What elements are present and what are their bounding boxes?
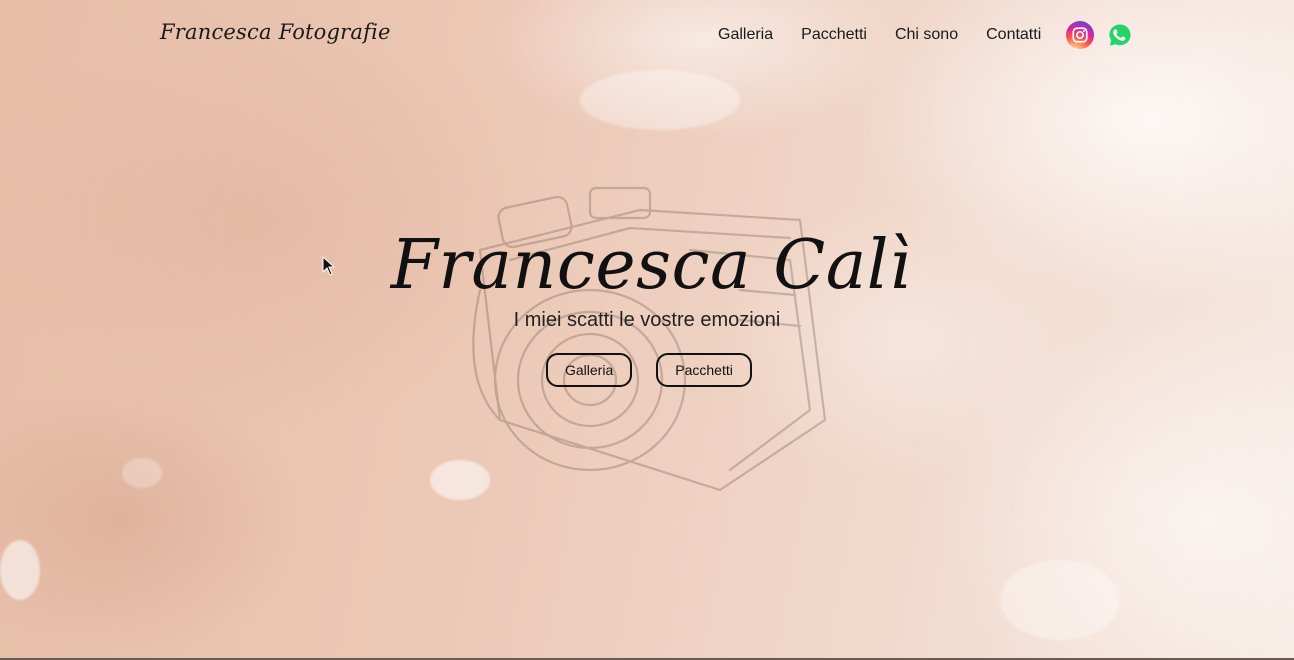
mouse-cursor-icon [322, 255, 336, 280]
texture-spot [0, 540, 40, 600]
nav-link-chi-sono[interactable]: Chi sono [895, 24, 958, 46]
texture-spot [1000, 560, 1120, 640]
texture-spot [122, 458, 162, 488]
instagram-icon[interactable] [1066, 21, 1094, 49]
nav-link-contatti[interactable]: Contatti [986, 24, 1041, 46]
social-links [1066, 21, 1134, 49]
whatsapp-icon[interactable] [1106, 21, 1134, 49]
hero-buttons: Galleria Pacchetti [546, 353, 752, 387]
main-nav: Galleria Pacchetti Chi sono Contatti [718, 24, 1061, 46]
site-logo[interactable]: Francesca Fotografie [160, 20, 391, 44]
nav-link-galleria[interactable]: Galleria [718, 24, 773, 46]
texture-spot [580, 70, 740, 130]
galleria-button[interactable]: Galleria [546, 353, 633, 387]
nav-link-pacchetti[interactable]: Pacchetti [801, 24, 867, 46]
pacchetti-button[interactable]: Pacchetti [656, 353, 752, 387]
hero-title: Francesca Calì [390, 226, 912, 305]
hero-subtitle: I miei scatti le vostre emozioni [513, 309, 781, 331]
